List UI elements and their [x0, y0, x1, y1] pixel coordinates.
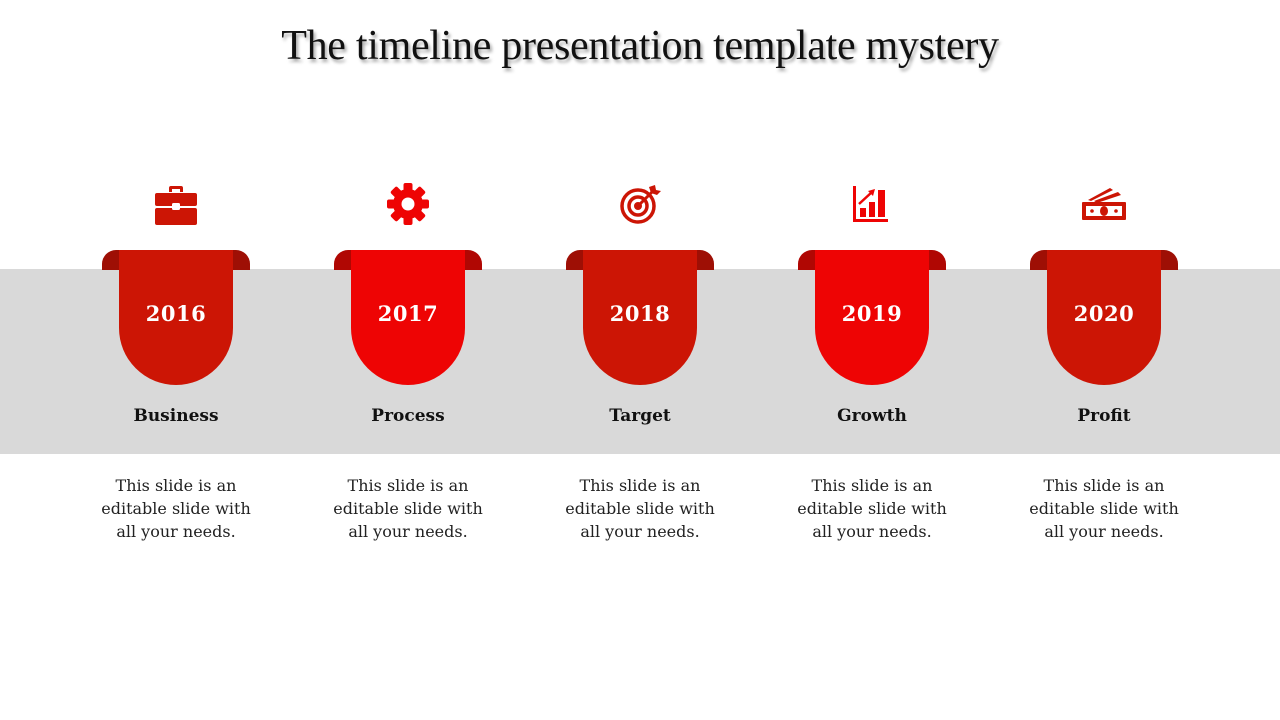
- timeline-item-2018: 2018 Target This slide is an editable sl…: [560, 170, 720, 550]
- item-description: This slide is an editable slide with all…: [565, 476, 715, 541]
- year-label: 2020: [1073, 301, 1135, 326]
- item-title: Growth: [837, 406, 907, 426]
- year-label: 2017: [377, 301, 439, 326]
- gear-icon: [384, 180, 432, 228]
- item-title: Business: [133, 406, 219, 426]
- target-icon: [616, 180, 664, 228]
- item-title: Target: [609, 406, 671, 426]
- timeline-item-2017: 2017 Process This slide is an editable s…: [328, 170, 488, 550]
- year-label: 2019: [841, 301, 903, 326]
- timeline-item-2016: 2016 Business This slide is an editable …: [96, 170, 256, 550]
- item-title: Profit: [1077, 406, 1131, 426]
- growth-chart-icon: [848, 180, 896, 228]
- briefcase-icon: [152, 180, 200, 228]
- year-label: 2016: [145, 301, 207, 326]
- slide-title: The timeline presentation template myste…: [281, 23, 999, 69]
- timeline-item-2020: 2020 Profit This slide is an editable sl…: [1024, 170, 1184, 550]
- timeline-item-2019: 2019 Growth This slide is an editable sl…: [792, 170, 952, 550]
- item-description: This slide is an editable slide with all…: [1029, 476, 1179, 541]
- item-description: This slide is an editable slide with all…: [333, 476, 483, 541]
- item-title: Process: [371, 406, 445, 426]
- year-label: 2018: [609, 301, 671, 326]
- item-description: This slide is an editable slide with all…: [797, 476, 947, 541]
- money-icon: [1080, 180, 1128, 228]
- item-description: This slide is an editable slide with all…: [101, 476, 251, 541]
